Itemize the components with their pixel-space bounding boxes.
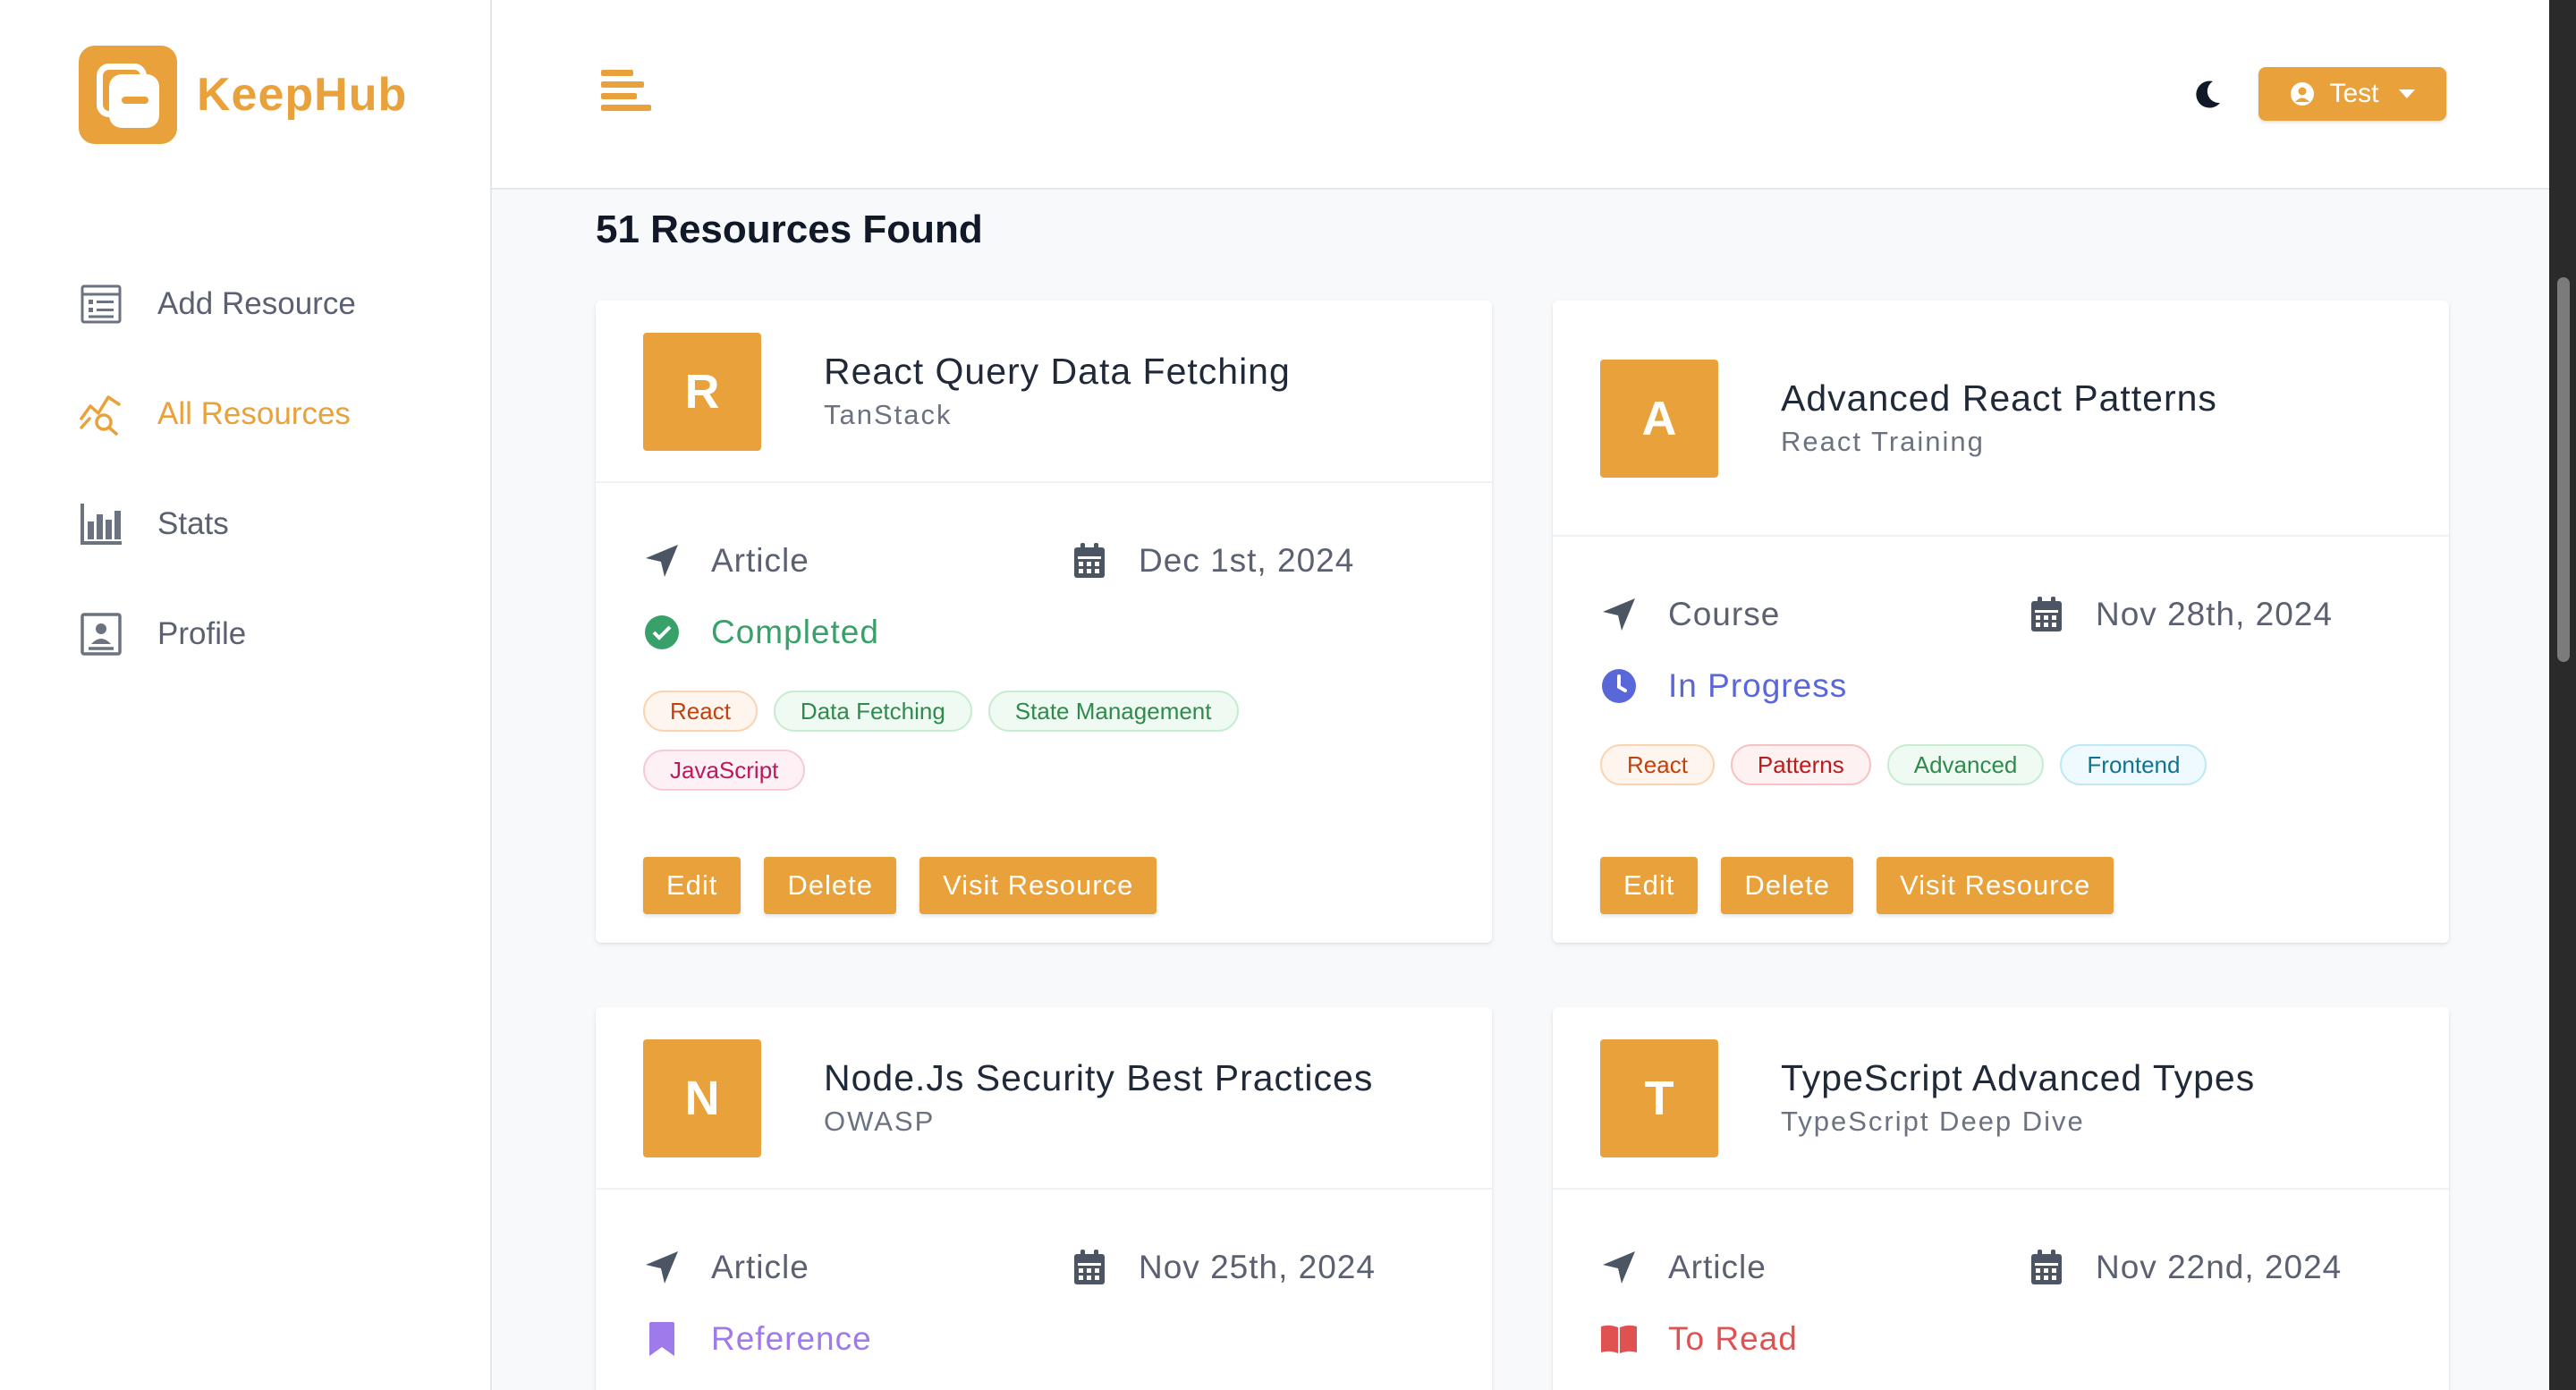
clock-icon — [1600, 667, 1638, 705]
delete-button[interactable]: Delete — [764, 857, 897, 914]
sidebar-item-add-resource[interactable]: Add Resource — [79, 277, 356, 331]
card-actions: Edit Delete Visit Resource — [643, 857, 1180, 914]
moon-icon[interactable] — [2190, 76, 2225, 112]
edit-button[interactable]: Edit — [643, 857, 741, 914]
tag: Advanced — [1886, 744, 2045, 785]
resource-company: React Training — [1781, 426, 1985, 457]
bookmark-icon — [643, 1320, 681, 1358]
user-menu-button[interactable]: Test — [2258, 67, 2446, 121]
page-title: 51 Resources Found — [596, 208, 983, 251]
resource-type: Course — [1600, 596, 1780, 633]
visit-resource-button[interactable]: Visit Resource — [1877, 857, 2114, 914]
resource-date: Dec 1st, 2024 — [1071, 542, 1354, 580]
location-arrow-icon — [643, 542, 681, 580]
sidebar-item-label: Profile — [157, 616, 247, 651]
user-circle-icon — [2291, 82, 2315, 106]
app-name: KeepHub — [197, 69, 408, 121]
resource-company: TypeScript Deep Dive — [1781, 1106, 2085, 1137]
resource-company: TanStack — [824, 399, 953, 430]
calendar-icon — [2028, 596, 2065, 633]
sidebar: KeepHub Add Resource All Resources Stats… — [0, 0, 492, 1390]
card-header: T TypeScript Advanced Types TypeScript D… — [1553, 1007, 2449, 1190]
card-header: N Node.Js Security Best Practices OWASP — [596, 1007, 1492, 1190]
resource-card: A Advanced React Patterns React Training… — [1553, 301, 2449, 943]
hamburger-icon[interactable] — [601, 70, 651, 120]
resource-date: Nov 22nd, 2024 — [2028, 1249, 2342, 1286]
resource-card: T TypeScript Advanced Types TypeScript D… — [1553, 1007, 2449, 1390]
visit-resource-button[interactable]: Visit Resource — [919, 857, 1157, 914]
scrollbar[interactable] — [2549, 0, 2576, 1390]
chevron-down-icon — [2398, 89, 2415, 98]
resource-title: React Query Data Fetching — [824, 351, 1291, 392]
tag: State Management — [987, 691, 1239, 732]
sidebar-item-stats[interactable]: Stats — [79, 497, 356, 551]
tag: Frontend — [2060, 744, 2207, 785]
resource-status: In Progress — [1600, 667, 1847, 705]
scrollbar-thumb[interactable] — [2557, 277, 2570, 662]
edit-button[interactable]: Edit — [1600, 857, 1699, 914]
card-header: A Advanced React Patterns React Training — [1553, 301, 2449, 537]
logo-icon — [79, 46, 177, 144]
form-icon — [79, 282, 123, 326]
sidebar-item-label: Add Resource — [157, 286, 356, 321]
logo[interactable]: KeepHub — [79, 46, 407, 144]
resource-title: TypeScript Advanced Types — [1781, 1057, 2256, 1098]
delete-button[interactable]: Delete — [1721, 857, 1854, 914]
calendar-icon — [1071, 542, 1108, 580]
chart-search-icon — [79, 392, 123, 436]
user-name: Test — [2329, 79, 2379, 108]
resource-status: Reference — [643, 1320, 872, 1358]
book-open-icon — [1600, 1320, 1638, 1358]
card-actions: Edit Delete Visit Resource — [1600, 857, 2137, 914]
tag: React — [1600, 744, 1715, 785]
resource-avatar: A — [1600, 360, 1718, 478]
tag-list: React Patterns Advanced Frontend — [1600, 744, 2280, 803]
tag: Data Fetching — [773, 691, 972, 732]
resource-card: N Node.Js Security Best Practices OWASP … — [596, 1007, 1492, 1390]
resource-date: Nov 25th, 2024 — [1071, 1249, 1376, 1286]
tag-list: React Data Fetching State Management Jav… — [643, 691, 1323, 809]
check-circle-icon — [643, 614, 681, 651]
resource-type: Article — [643, 1249, 809, 1286]
sidebar-item-label: Stats — [157, 506, 229, 541]
resource-date: Nov 28th, 2024 — [2028, 596, 2333, 633]
tag: Patterns — [1730, 744, 1871, 785]
calendar-icon — [1071, 1249, 1108, 1286]
resource-title: Advanced React Patterns — [1781, 377, 2217, 419]
resource-status: Completed — [643, 614, 879, 651]
profile-card-icon — [79, 612, 123, 657]
tag: JavaScript — [643, 750, 806, 791]
resource-avatar: R — [643, 333, 761, 451]
resource-company: OWASP — [824, 1106, 936, 1137]
calendar-icon — [2028, 1249, 2065, 1286]
sidebar-item-label: All Resources — [157, 396, 351, 431]
resource-status: To Read — [1600, 1320, 1798, 1358]
sidebar-nav: Add Resource All Resources Stats Profile — [79, 277, 356, 717]
resource-type: Article — [1600, 1249, 1767, 1286]
top-header: Test — [492, 0, 2549, 190]
resource-title: Node.Js Security Best Practices — [824, 1057, 1374, 1098]
sidebar-item-profile[interactable]: Profile — [79, 607, 356, 661]
bar-chart-icon — [79, 502, 123, 547]
resource-card: R React Query Data Fetching TanStack Art… — [596, 301, 1492, 943]
sidebar-item-all-resources[interactable]: All Resources — [79, 387, 356, 441]
location-arrow-icon — [1600, 1249, 1638, 1286]
location-arrow-icon — [643, 1249, 681, 1286]
card-header: R React Query Data Fetching TanStack — [596, 301, 1492, 483]
resource-avatar: N — [643, 1039, 761, 1157]
resource-type: Article — [643, 542, 809, 580]
location-arrow-icon — [1600, 596, 1638, 633]
tag: React — [643, 691, 758, 732]
resource-avatar: T — [1600, 1039, 1718, 1157]
